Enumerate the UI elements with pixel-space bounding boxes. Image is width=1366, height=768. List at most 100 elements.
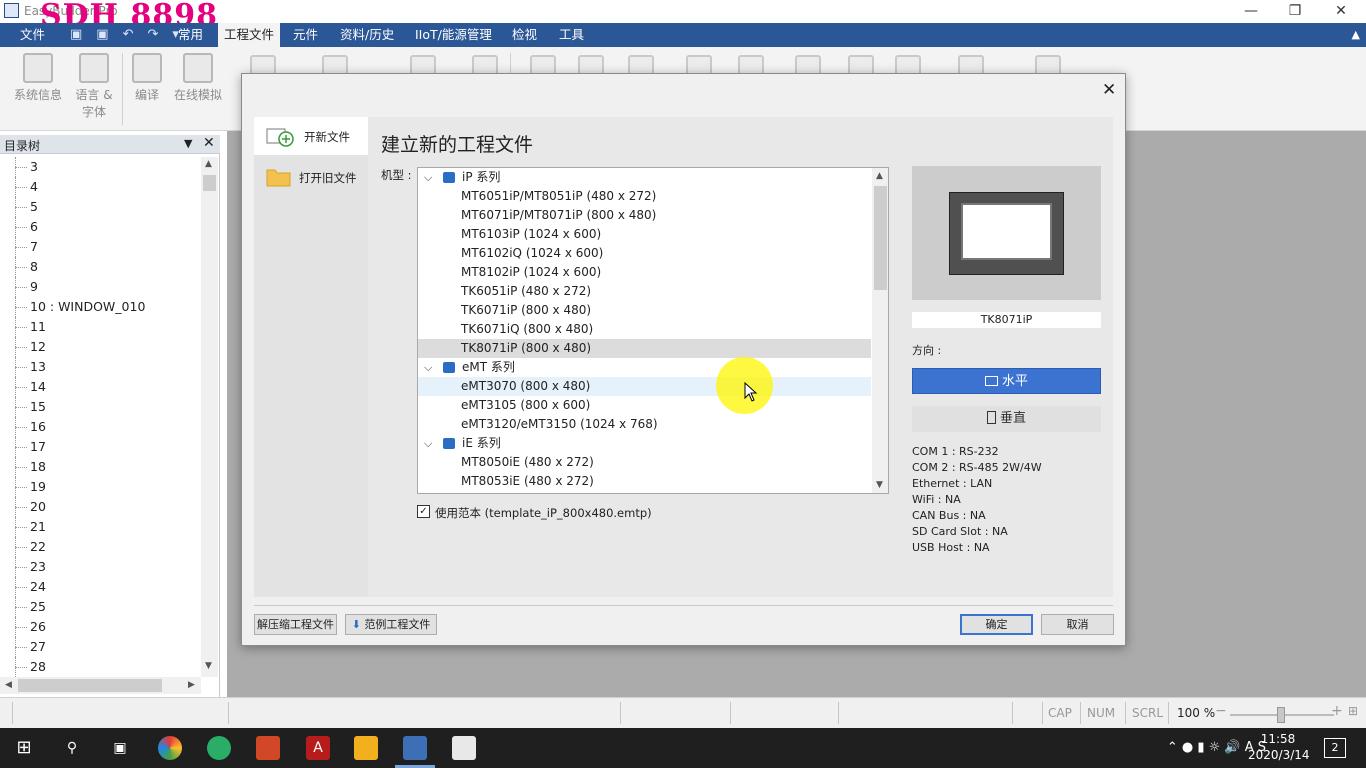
model-group-row[interactable]: ⌵ iP 系列: [418, 168, 871, 187]
window-app-icon[interactable]: [452, 736, 476, 760]
menu-item[interactable]: IIoT/能源管理: [409, 23, 498, 47]
menu-item[interactable]: 工具: [553, 23, 590, 47]
model-row[interactable]: MT6051iP/MT8051iP (480 x 272): [418, 187, 871, 206]
scroll-down-icon[interactable]: ▼: [205, 661, 212, 671]
model-row[interactable]: TK6071iQ (800 x 480): [418, 320, 871, 339]
scrollbar-thumb[interactable]: [203, 175, 216, 191]
scroll-left-icon[interactable]: ◀: [5, 680, 12, 690]
wechat-icon[interactable]: [207, 736, 231, 760]
tree-item[interactable]: 24: [0, 577, 200, 597]
tree-vertical-scrollbar[interactable]: ▲ ▼: [201, 157, 218, 677]
zoom-in-icon[interactable]: +: [1331, 703, 1343, 719]
tree-item[interactable]: 25: [0, 597, 200, 617]
windows-start-icon[interactable]: ⊞: [12, 736, 36, 760]
model-group-row[interactable]: ⌵ iE 系列: [418, 434, 871, 453]
model-row[interactable]: TK6051iP (480 x 272): [418, 282, 871, 301]
menu-item[interactable]: 文件: [14, 23, 51, 47]
restore-icon[interactable]: ❐: [1285, 2, 1305, 20]
tree-item[interactable]: 7: [0, 237, 200, 257]
menu-item[interactable]: 常用: [172, 23, 209, 47]
model-group-row[interactable]: ⌵ eMT 系列: [418, 358, 871, 377]
menu-item[interactable]: 工程文件: [218, 23, 281, 47]
model-row[interactable]: MT6071iP/MT8071iP (800 x 480): [418, 206, 871, 225]
tree-item[interactable]: 4: [0, 177, 200, 197]
tree-item[interactable]: 27: [0, 637, 200, 657]
scroll-right-icon[interactable]: ▶: [188, 680, 195, 690]
minimize-icon[interactable]: —: [1241, 2, 1261, 20]
tree-item[interactable]: 28: [0, 657, 200, 677]
clock[interactable]: 11:58 2020/3/14: [1248, 731, 1310, 763]
chevron-down-icon[interactable]: ⌵: [424, 434, 432, 453]
ribbon-button[interactable]: 语言 & 字体: [68, 53, 120, 121]
tree-item[interactable]: 18: [0, 457, 200, 477]
tree-item[interactable]: 17: [0, 437, 200, 457]
orientation-horizontal-button[interactable]: 水平: [912, 368, 1101, 394]
example-projects-button[interactable]: ⬇ 范例工程文件: [345, 614, 437, 635]
orientation-vertical-button[interactable]: 垂直: [912, 406, 1101, 432]
sidebar-item-open-file[interactable]: 打开旧文件: [254, 158, 368, 196]
sidebar-item-new-file[interactable]: 开新文件: [254, 117, 368, 155]
tree-item[interactable]: 10 : WINDOW_010: [0, 297, 200, 317]
zoom-slider-thumb[interactable]: [1277, 707, 1285, 723]
tree-item[interactable]: 11: [0, 317, 200, 337]
scroll-down-icon[interactable]: ▼: [876, 480, 883, 490]
browser-icon[interactable]: [158, 736, 182, 760]
chevron-down-icon[interactable]: ⌵: [424, 168, 432, 187]
chevron-down-icon[interactable]: ⌵: [424, 358, 432, 377]
menu-item[interactable]: 资料/历史: [334, 23, 400, 47]
scroll-up-icon[interactable]: ▲: [876, 171, 883, 181]
model-row[interactable]: TK8071iP (800 x 480): [418, 339, 871, 358]
tree-item[interactable]: 23: [0, 557, 200, 577]
tree-item[interactable]: 8: [0, 257, 200, 277]
ribbon-collapse-icon[interactable]: ▲: [1352, 28, 1360, 41]
model-row[interactable]: MT6102iQ (1024 x 600): [418, 244, 871, 263]
ribbon-button[interactable]: 在线模拟: [172, 53, 224, 104]
model-row[interactable]: TK6071iP (800 x 480): [418, 301, 871, 320]
search-icon[interactable]: ⚲: [60, 736, 84, 760]
model-tree-list[interactable]: ⌵ iP 系列 MT6051iP/MT8051iP (480 x 272) MT607…: [417, 167, 889, 494]
tree-item[interactable]: 16: [0, 417, 200, 437]
tree-item[interactable]: 9: [0, 277, 200, 297]
fit-window-icon[interactable]: ⊞: [1348, 704, 1358, 718]
model-row[interactable]: eMT3070 (800 x 480): [418, 377, 871, 396]
tree-item[interactable]: 3: [0, 157, 200, 177]
autocad-icon[interactable]: A: [306, 736, 330, 760]
model-row[interactable]: eMT3105 (800 x 600): [418, 396, 871, 415]
decompress-project-button[interactable]: 解压缩工程文件: [254, 614, 337, 635]
model-row[interactable]: eMT3120/eMT3150 (1024 x 768): [418, 415, 871, 434]
tree-item[interactable]: 5: [0, 197, 200, 217]
use-template-checkbox[interactable]: ✓: [417, 505, 430, 518]
tree-item[interactable]: 6: [0, 217, 200, 237]
menu-item[interactable]: 检视: [506, 23, 543, 47]
notification-center-icon[interactable]: 2: [1324, 738, 1346, 758]
scroll-up-icon[interactable]: ▲: [205, 159, 212, 169]
tree-item[interactable]: 12: [0, 337, 200, 357]
ribbon-button[interactable]: 系统信息: [12, 53, 64, 104]
ok-button[interactable]: 确定: [960, 614, 1033, 635]
scrollbar-thumb[interactable]: [18, 679, 162, 692]
chevron-down-icon[interactable]: ▼: [184, 137, 192, 150]
model-row[interactable]: MT8053iE (480 x 272): [418, 472, 871, 491]
tree-horizontal-scrollbar[interactable]: ◀ ▶: [0, 677, 201, 694]
easybuilder-taskbar-icon[interactable]: [403, 736, 427, 760]
tree-item[interactable]: 20: [0, 497, 200, 517]
task-view-icon[interactable]: ▣: [108, 736, 132, 760]
tree-item[interactable]: 26: [0, 617, 200, 637]
tree-item[interactable]: 21: [0, 517, 200, 537]
dialog-close-icon[interactable]: ✕: [1102, 80, 1116, 100]
model-row[interactable]: MT8102iP (1024 x 600): [418, 263, 871, 282]
tree-item[interactable]: 22: [0, 537, 200, 557]
tree-item[interactable]: 15: [0, 397, 200, 417]
ribbon-button[interactable]: 编译: [121, 53, 173, 104]
model-list-scrollbar[interactable]: ▲ ▼: [872, 168, 888, 493]
model-row[interactable]: MT6103iP (1024 x 600): [418, 225, 871, 244]
presentation-app-icon[interactable]: [256, 736, 280, 760]
close-window-icon[interactable]: ✕: [1331, 2, 1351, 20]
menu-item[interactable]: 元件: [287, 23, 324, 47]
zoom-out-icon[interactable]: −: [1215, 703, 1227, 719]
tree-item[interactable]: 19: [0, 477, 200, 497]
tree-item[interactable]: 13: [0, 357, 200, 377]
cancel-button[interactable]: 取消: [1041, 614, 1114, 635]
scrollbar-thumb[interactable]: [874, 186, 887, 290]
close-icon[interactable]: ✕: [203, 135, 215, 151]
